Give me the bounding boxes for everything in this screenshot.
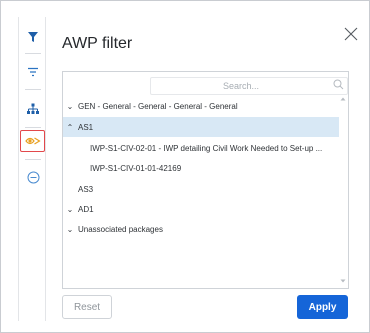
search-box bbox=[150, 76, 348, 95]
apply-button[interactable]: Apply bbox=[297, 295, 348, 319]
tree-item-as3[interactable]: AS3 bbox=[63, 179, 339, 199]
collapse-button[interactable] bbox=[19, 165, 47, 189]
tree-item-label: IWP-S1-CIV-01-01-42169 bbox=[90, 163, 182, 173]
chevron-down-icon[interactable]: ⌄ bbox=[65, 205, 75, 214]
rail-divider bbox=[25, 89, 41, 90]
tree-item-label: AS3 bbox=[78, 184, 94, 194]
tree-item-unassociated[interactable]: ⌄ Unassociated packages bbox=[63, 219, 339, 239]
rail-divider bbox=[25, 127, 41, 128]
filter-icon bbox=[28, 32, 38, 42]
tree-item-as1[interactable]: ⌃ AS1 bbox=[63, 117, 339, 137]
close-icon[interactable] bbox=[344, 27, 358, 41]
reset-button[interactable]: Reset bbox=[62, 295, 112, 319]
sidebar-rail bbox=[18, 17, 46, 321]
tree-item-ad1[interactable]: ⌄ AD1 bbox=[63, 199, 339, 219]
hierarchy-button[interactable] bbox=[19, 97, 47, 121]
scroll-down-icon[interactable] bbox=[340, 278, 346, 284]
filter-tree-panel: ⌄ GEN - General - General - General - Ge… bbox=[62, 71, 349, 289]
tree-item-label: IWP-S1-CIV-02-01 - IWP detailing Civil W… bbox=[90, 143, 323, 153]
search-input[interactable] bbox=[150, 77, 348, 95]
chevron-up-icon[interactable]: ⌃ bbox=[65, 123, 75, 132]
minus-circle-icon bbox=[27, 171, 39, 183]
chevron-down-icon[interactable]: ⌄ bbox=[65, 225, 75, 234]
tree-item-label: Unassociated packages bbox=[78, 224, 163, 234]
packages-view-button[interactable] bbox=[20, 130, 45, 152]
packages-eye-icon bbox=[24, 137, 41, 145]
dialog-title: AWP filter bbox=[62, 35, 133, 52]
tree-item-iwp-civ-01-01[interactable]: IWP-S1-CIV-01-01-42169 bbox=[63, 158, 339, 178]
scrollbar[interactable] bbox=[338, 96, 348, 288]
hierarchy-icon bbox=[27, 103, 39, 114]
chevron-down-icon[interactable]: ⌄ bbox=[65, 102, 75, 111]
tree-item-label: AD1 bbox=[78, 204, 94, 214]
list-filter-button[interactable] bbox=[19, 60, 47, 84]
tree-item-gen[interactable]: ⌄ GEN - General - General - General - Ge… bbox=[63, 96, 339, 116]
search-icon bbox=[333, 79, 344, 90]
scroll-up-icon[interactable] bbox=[340, 96, 346, 102]
tree-item-label: GEN - General - General - General - Gene… bbox=[78, 101, 238, 111]
list-filter-icon bbox=[28, 67, 38, 77]
tree-item-iwp-civ-02-01[interactable]: IWP-S1-CIV-02-01 - IWP detailing Civil W… bbox=[63, 138, 339, 158]
rail-divider bbox=[25, 53, 41, 54]
filter-button[interactable] bbox=[19, 25, 47, 49]
awp-filter-dialog: AWP filter ⌄ GEN - General - General - G… bbox=[0, 0, 370, 333]
rail-divider bbox=[25, 159, 41, 160]
tree-item-label: AS1 bbox=[78, 122, 94, 132]
